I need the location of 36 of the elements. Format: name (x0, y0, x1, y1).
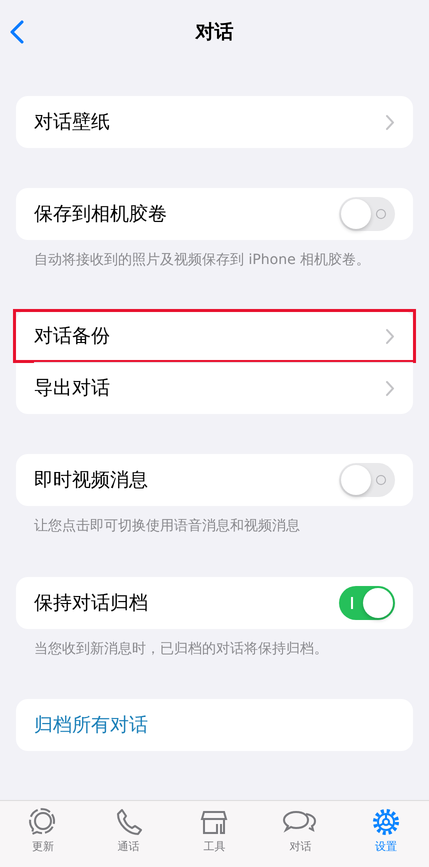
tab-item[interactable]: 工具 (184, 807, 244, 854)
settings-row[interactable]: 导出对话 (16, 362, 413, 414)
row-label: 保持对话归档 (34, 590, 148, 616)
chevron-icon (385, 114, 395, 130)
settings-row[interactable]: 对话壁纸 (16, 96, 413, 148)
tab-item[interactable]: 对话 (270, 807, 330, 854)
tab-label: 对话 (289, 839, 312, 854)
toggle-switch[interactable] (339, 197, 395, 231)
row-label: 归档所有对话 (34, 712, 148, 738)
row-label: 导出对话 (34, 376, 110, 402)
tab-item[interactable]: 更新 (12, 807, 73, 854)
gear-icon (371, 807, 402, 837)
row-label: 保存到相机胶卷 (34, 202, 167, 227)
tab-item[interactable]: 通话 (98, 807, 159, 854)
tab-label: 通话 (118, 839, 140, 854)
settings-row[interactable]: 即时视频消息 (16, 454, 413, 506)
status-ring-icon (28, 807, 58, 837)
tab-label: 设置 (375, 839, 398, 854)
settings-row[interactable]: 保持对话归档 (16, 576, 413, 629)
row-label: 对话备份 (34, 324, 110, 350)
back-icon[interactable] (10, 20, 24, 44)
settings-row[interactable]: 对话备份 (14, 310, 415, 362)
tab-label: 工具 (203, 839, 226, 854)
section-footnote: 自动将接收到的照片及视频保存到 iPhone 相机胶卷。 (33, 251, 372, 270)
chevron-icon (385, 380, 395, 397)
page-title: 对话 (196, 20, 234, 45)
section-footnote: 让您点击即可切换使用语音消息和视频消息 (33, 517, 301, 536)
row-label: 对话壁纸 (34, 110, 110, 135)
tab-label: 更新 (32, 839, 54, 854)
toggle-switch[interactable] (339, 586, 395, 620)
row-label: 即时视频消息 (34, 468, 148, 494)
settings-row[interactable]: 归档所有对话 (16, 698, 413, 751)
toggle-switch[interactable] (339, 463, 395, 498)
settings-row[interactable]: 保存到相机胶卷 (16, 188, 413, 240)
chevron-icon (385, 328, 395, 345)
section-footnote: 当您收到新消息时，已归档的对话将保持归档。 (33, 640, 329, 659)
